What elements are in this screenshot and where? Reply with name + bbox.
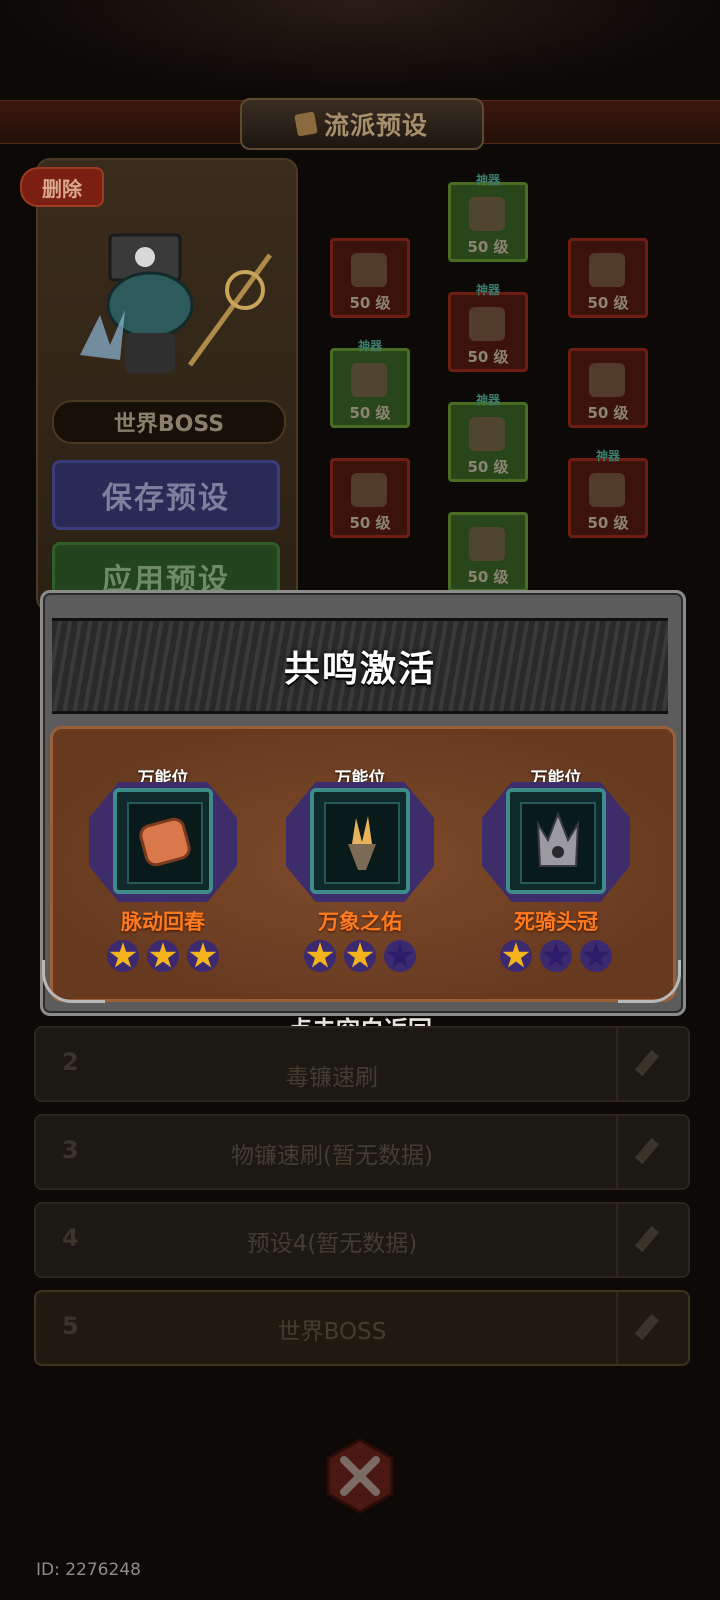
equip-level: 50 级 bbox=[587, 514, 629, 532]
edit-icon[interactable] bbox=[616, 1028, 688, 1100]
star-icon bbox=[582, 942, 610, 968]
preset-name-plate: 世界BOSS bbox=[52, 400, 286, 444]
equip-level: 50 级 bbox=[467, 348, 509, 366]
star-rating bbox=[78, 940, 248, 972]
item-slot bbox=[127, 802, 203, 884]
preset-label: 物镰速刷(暂无数据) bbox=[231, 1143, 433, 1169]
item-slot bbox=[520, 802, 596, 884]
equip-slot[interactable]: 50 级 bbox=[330, 238, 410, 318]
divine-tag: 神器 bbox=[357, 339, 382, 353]
modal-title: 共鸣激活 bbox=[283, 649, 436, 690]
user-id: ID: 2276248 bbox=[36, 1560, 141, 1580]
book-icon bbox=[294, 111, 318, 137]
star-icon bbox=[386, 942, 414, 968]
equip-slot[interactable]: 神器 50 级 bbox=[568, 449, 648, 538]
star-icon bbox=[346, 942, 374, 968]
preset-list-item[interactable]: 3 物镰速刷(暂无数据) bbox=[34, 1114, 690, 1190]
star-icon bbox=[306, 942, 334, 968]
equip-slot[interactable]: 神器 50 级 bbox=[330, 339, 410, 428]
equip-level: 50 级 bbox=[587, 404, 629, 422]
book-icon bbox=[469, 197, 505, 231]
equip-level: 50 级 bbox=[587, 294, 629, 312]
preset-list-item[interactable]: 2 毒镰速刷 bbox=[34, 1026, 690, 1102]
pants-icon bbox=[469, 417, 505, 451]
edit-icon[interactable] bbox=[616, 1116, 688, 1188]
item-name: 脉动回春 bbox=[121, 910, 205, 934]
item-slot bbox=[324, 802, 400, 884]
equip-slot[interactable]: 50 级 bbox=[568, 348, 648, 428]
star-icon bbox=[109, 942, 137, 968]
armor-icon bbox=[469, 307, 505, 341]
star-rating bbox=[275, 940, 445, 972]
equip-level: 50 级 bbox=[467, 568, 509, 586]
star-icon bbox=[502, 942, 530, 968]
star-rating bbox=[471, 940, 641, 972]
equip-level: 50 级 bbox=[467, 458, 509, 476]
item-name: 死骑头冠 bbox=[514, 910, 598, 934]
delete-button[interactable]: 删除 bbox=[20, 167, 104, 207]
star-icon bbox=[149, 942, 177, 968]
edit-icon[interactable] bbox=[616, 1292, 688, 1364]
title-plate: 流派预设 bbox=[240, 98, 484, 150]
preset-list-item[interactable]: 4 预设4(暂无数据) bbox=[34, 1202, 690, 1278]
resonance-item[interactable]: 万能位 脉动回春 bbox=[78, 764, 248, 974]
helmet-icon bbox=[351, 253, 387, 287]
equip-level: 50 级 bbox=[349, 514, 391, 532]
preset-label: 毒镰速刷 bbox=[286, 1065, 378, 1091]
equip-slot[interactable]: 50 级 bbox=[330, 458, 410, 538]
equip-level: 50 级 bbox=[467, 238, 509, 256]
star-icon bbox=[542, 942, 570, 968]
equip-slot[interactable]: 50 级 bbox=[568, 238, 648, 318]
save-preset-button[interactable]: 保存预设 bbox=[52, 460, 280, 530]
spear-icon bbox=[351, 473, 387, 507]
item-frame bbox=[310, 788, 410, 894]
equipment-grid: 神器 50 级 50 级 50 级 神器 50 级 神器 50 级 50 级 神… bbox=[310, 170, 710, 600]
equip-slot[interactable]: 神器 50 级 bbox=[448, 283, 528, 372]
preset-list-item[interactable]: 5 世界BOSS bbox=[34, 1290, 690, 1366]
edit-icon[interactable] bbox=[616, 1204, 688, 1276]
item-frame bbox=[113, 788, 213, 894]
resonance-item[interactable]: 万能位 死骑头冠 bbox=[471, 764, 641, 974]
preset-label: 预设4(暂无数据) bbox=[246, 1231, 418, 1257]
page-title: 流派预设 bbox=[323, 111, 428, 140]
equip-level: 50 级 bbox=[349, 294, 391, 312]
item-frame bbox=[506, 788, 606, 894]
star-icon bbox=[189, 942, 217, 968]
divine-tag: 神器 bbox=[475, 393, 500, 407]
glove-icon bbox=[351, 363, 387, 397]
item-name: 万象之佑 bbox=[318, 910, 402, 934]
crown-icon bbox=[536, 811, 580, 867]
equip-slot[interactable]: 神器 50 级 bbox=[448, 393, 528, 482]
close-icon[interactable] bbox=[320, 1436, 400, 1516]
equip-slot[interactable]: 50 级 bbox=[448, 512, 528, 592]
divine-tag: 神器 bbox=[595, 449, 620, 463]
equip-level: 50 级 bbox=[349, 404, 391, 422]
boots-icon bbox=[469, 527, 505, 561]
equip-slot[interactable]: 神器 50 级 bbox=[448, 173, 528, 262]
preset-label: 世界BOSS bbox=[277, 1319, 387, 1345]
divine-tag: 神器 bbox=[475, 173, 500, 187]
gem-icon bbox=[589, 473, 625, 507]
ring-icon bbox=[589, 363, 625, 397]
hero-avatar bbox=[80, 233, 273, 373]
wing-icon bbox=[589, 253, 625, 287]
bracer-icon bbox=[139, 817, 191, 867]
torch-icon bbox=[348, 816, 376, 870]
resonance-item[interactable]: 万能位 万象之佑 bbox=[275, 764, 445, 974]
top-ornament bbox=[0, 0, 720, 95]
divine-tag: 神器 bbox=[475, 283, 500, 297]
modal-header: 共鸣激活 bbox=[52, 618, 668, 714]
